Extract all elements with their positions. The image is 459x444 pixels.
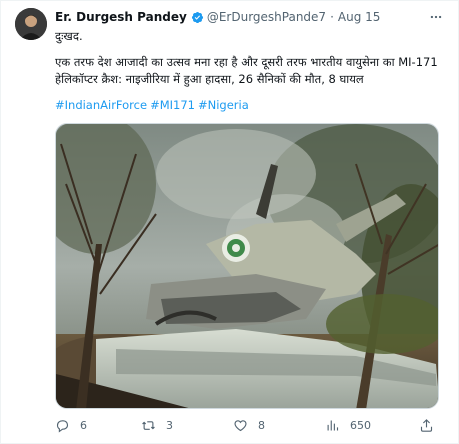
tweet-card[interactable]: Er. Durgesh Pandey @ErDurgeshPande7 · Au… [0, 0, 459, 444]
hashtag-link[interactable]: #MI171 [150, 98, 195, 112]
avatar[interactable] [15, 8, 47, 40]
reply-button[interactable]: 6 [55, 418, 87, 433]
tweet-header: Er. Durgesh Pandey @ErDurgeshPande7 · Au… [55, 7, 380, 27]
share-button[interactable] [419, 418, 444, 433]
hashtag-list: #IndianAirForce #MI171 #Nigeria [55, 97, 441, 114]
retweet-button[interactable]: 3 [141, 418, 173, 433]
avatar-image [15, 8, 47, 40]
crash-scene-image [56, 124, 438, 408]
tweet-date[interactable]: Aug 15 [338, 10, 381, 24]
views-count: 650 [350, 419, 371, 432]
verified-badge-icon [191, 11, 203, 23]
reply-icon [56, 420, 69, 433]
hashtag-link[interactable]: #Nigeria [198, 98, 249, 112]
display-name[interactable]: Er. Durgesh Pandey [55, 10, 187, 24]
views-icon [327, 420, 339, 431]
views-button[interactable]: 650 [325, 418, 371, 433]
reply-count: 6 [80, 419, 87, 432]
share-icon [420, 419, 433, 432]
like-count: 8 [258, 419, 265, 432]
like-button[interactable]: 8 [233, 418, 265, 433]
user-handle[interactable]: @ErDurgeshPande7 [207, 10, 326, 24]
more-button[interactable] [426, 7, 446, 27]
tweet-text-line-1: दुःखद. [55, 29, 83, 43]
tweet-actions: 6 3 8 650 [55, 418, 441, 438]
hashtag-link[interactable]: #IndianAirForce [55, 98, 147, 112]
retweet-icon [142, 421, 155, 430]
more-icon [430, 15, 442, 19]
like-icon [234, 420, 247, 432]
separator-dot: · [330, 10, 334, 24]
retweet-count: 3 [166, 419, 173, 432]
tweet-photo[interactable] [55, 123, 439, 409]
tweet-text: दुःखद. एक तरफ देश आजादी का उत्सव मना रहा… [55, 28, 441, 114]
tweet-text-paragraph: एक तरफ देश आजादी का उत्सव मना रहा है और … [55, 55, 438, 86]
